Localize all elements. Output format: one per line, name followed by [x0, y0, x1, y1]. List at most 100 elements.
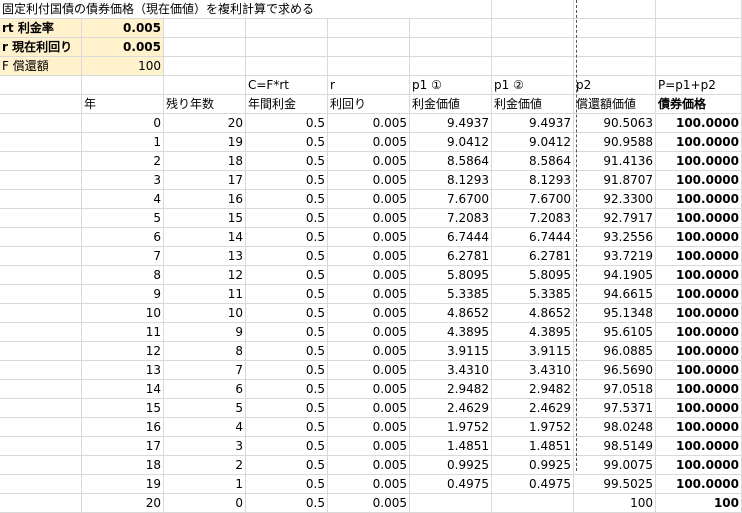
cell-yield[interactable]: 0.005 — [328, 114, 410, 133]
cell-year[interactable]: 9 — [82, 285, 164, 304]
cell-yield[interactable]: 0.005 — [328, 475, 410, 494]
cell-p2[interactable]: 96.5690 — [574, 361, 656, 380]
row-blank-cell[interactable] — [0, 437, 82, 456]
cell-yield[interactable]: 0.005 — [328, 323, 410, 342]
row-blank-cell[interactable] — [0, 399, 82, 418]
cell-p2[interactable]: 93.7219 — [574, 247, 656, 266]
cell-annual-coupon[interactable]: 0.5 — [246, 494, 328, 513]
cell-p1-b[interactable]: 2.4629 — [492, 399, 574, 418]
cell-remaining-years[interactable]: 9 — [164, 323, 246, 342]
empty-cell[interactable] — [574, 19, 656, 38]
cell-p2[interactable]: 92.7917 — [574, 209, 656, 228]
empty-cell[interactable] — [164, 19, 246, 38]
cell-p1-a[interactable]: 5.8095 — [410, 266, 492, 285]
cell-p2[interactable]: 98.0248 — [574, 418, 656, 437]
cell-bond-price[interactable]: 100.0000 — [656, 342, 742, 361]
cell-remaining-years[interactable]: 4 — [164, 418, 246, 437]
cell-p1-a[interactable]: 3.4310 — [410, 361, 492, 380]
cell-bond-price[interactable]: 100.0000 — [656, 247, 742, 266]
cell-bond-price[interactable]: 100.0000 — [656, 437, 742, 456]
cell-p2[interactable]: 93.2556 — [574, 228, 656, 247]
cell-remaining-years[interactable]: 12 — [164, 266, 246, 285]
cell-p2[interactable]: 92.3300 — [574, 190, 656, 209]
cell-remaining-years[interactable]: 19 — [164, 133, 246, 152]
cell-bond-price[interactable]: 100.0000 — [656, 323, 742, 342]
cell-annual-coupon[interactable]: 0.5 — [246, 285, 328, 304]
cell-annual-coupon[interactable]: 0.5 — [246, 114, 328, 133]
cell-annual-coupon[interactable]: 0.5 — [246, 266, 328, 285]
cell-remaining-years[interactable]: 2 — [164, 456, 246, 475]
row-blank-cell[interactable] — [0, 114, 82, 133]
header-formula-yield[interactable]: r — [328, 76, 410, 95]
cell-p2[interactable]: 99.0075 — [574, 456, 656, 475]
cell-yield[interactable]: 0.005 — [328, 152, 410, 171]
header-label-blank[interactable] — [0, 95, 82, 114]
cell-p1-b[interactable]: 4.8652 — [492, 304, 574, 323]
cell-p2[interactable]: 100 — [574, 494, 656, 513]
row-blank-cell[interactable] — [0, 152, 82, 171]
cell-p1-a[interactable]: 1.9752 — [410, 418, 492, 437]
cell-remaining-years[interactable]: 11 — [164, 285, 246, 304]
cell-annual-coupon[interactable]: 0.5 — [246, 323, 328, 342]
cell-annual-coupon[interactable]: 0.5 — [246, 475, 328, 494]
empty-cell[interactable] — [574, 57, 656, 76]
cell-p1-b[interactable]: 9.0412 — [492, 133, 574, 152]
cell-p1-b[interactable]: 1.9752 — [492, 418, 574, 437]
cell-yield[interactable]: 0.005 — [328, 209, 410, 228]
cell-year[interactable]: 7 — [82, 247, 164, 266]
cell-year[interactable]: 0 — [82, 114, 164, 133]
cell-p1-b[interactable]: 3.4310 — [492, 361, 574, 380]
cell-yield[interactable]: 0.005 — [328, 456, 410, 475]
cell-p2[interactable]: 95.1348 — [574, 304, 656, 323]
cell-p1-b[interactable]: 6.7444 — [492, 228, 574, 247]
cell-annual-coupon[interactable]: 0.5 — [246, 152, 328, 171]
cell-yield[interactable]: 0.005 — [328, 171, 410, 190]
cell-p1-b[interactable]: 1.4851 — [492, 437, 574, 456]
cell-p2[interactable]: 91.8707 — [574, 171, 656, 190]
header-formula-p1-a[interactable]: p1 ① — [410, 76, 492, 95]
cell-year[interactable]: 18 — [82, 456, 164, 475]
cell-yield[interactable]: 0.005 — [328, 494, 410, 513]
row-blank-cell[interactable] — [0, 190, 82, 209]
cell-year[interactable]: 4 — [82, 190, 164, 209]
cell-p1-a[interactable]: 9.0412 — [410, 133, 492, 152]
cell-year[interactable]: 10 — [82, 304, 164, 323]
cell-remaining-years[interactable]: 0 — [164, 494, 246, 513]
cell-p1-b[interactable]: 9.4937 — [492, 114, 574, 133]
cell-annual-coupon[interactable]: 0.5 — [246, 133, 328, 152]
cell-p1-b[interactable]: 2.9482 — [492, 380, 574, 399]
cell-p1-a[interactable]: 0.9925 — [410, 456, 492, 475]
cell-bond-price[interactable]: 100.0000 — [656, 285, 742, 304]
cell-bond-price[interactable]: 100.0000 — [656, 304, 742, 323]
header-formula-remaining-years[interactable] — [164, 76, 246, 95]
cell-bond-price[interactable]: 100.0000 — [656, 171, 742, 190]
cell-remaining-years[interactable]: 6 — [164, 380, 246, 399]
empty-cell[interactable] — [656, 57, 742, 76]
cell-remaining-years[interactable]: 17 — [164, 171, 246, 190]
empty-cell[interactable] — [492, 19, 574, 38]
empty-cell[interactable] — [656, 19, 742, 38]
row-blank-cell[interactable] — [0, 266, 82, 285]
row-blank-cell[interactable] — [0, 361, 82, 380]
cell-yield[interactable]: 0.005 — [328, 133, 410, 152]
cell-p1-b[interactable]: 3.9115 — [492, 342, 574, 361]
cell-bond-price[interactable]: 100.0000 — [656, 456, 742, 475]
cell-bond-price[interactable]: 100.0000 — [656, 418, 742, 437]
cell-year[interactable]: 6 — [82, 228, 164, 247]
cell-yield[interactable]: 0.005 — [328, 361, 410, 380]
cell-p1-a[interactable]: 6.2781 — [410, 247, 492, 266]
empty-cell[interactable] — [492, 0, 574, 19]
cell-bond-price[interactable]: 100.0000 — [656, 133, 742, 152]
cell-year[interactable]: 17 — [82, 437, 164, 456]
cell-p1-b[interactable]: 7.2083 — [492, 209, 574, 228]
row-blank-cell[interactable] — [0, 475, 82, 494]
empty-cell[interactable] — [328, 57, 410, 76]
cell-p1-a[interactable]: 2.4629 — [410, 399, 492, 418]
cell-annual-coupon[interactable]: 0.5 — [246, 247, 328, 266]
cell-remaining-years[interactable]: 10 — [164, 304, 246, 323]
cell-p1-a[interactable]: 5.3385 — [410, 285, 492, 304]
cell-bond-price[interactable]: 100.0000 — [656, 399, 742, 418]
empty-cell[interactable] — [410, 0, 492, 19]
header-label-p1-a[interactable]: 利金価値 — [410, 95, 492, 114]
cell-remaining-years[interactable]: 14 — [164, 228, 246, 247]
